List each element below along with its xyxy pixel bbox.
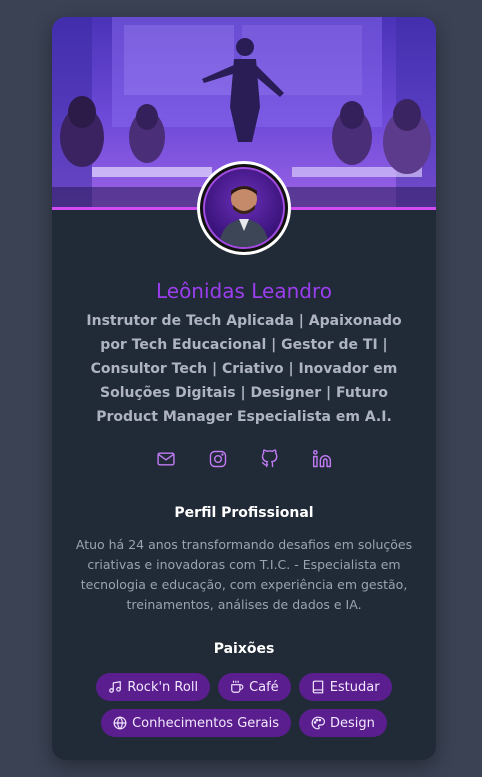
avatar-photo (203, 167, 285, 249)
coffee-icon (231, 680, 244, 693)
github-icon[interactable] (260, 449, 280, 469)
passions-title: Paixões (213, 641, 275, 657)
passions-tags: Rock'n Roll Café Estudar Conhecimentos G… (68, 673, 420, 737)
tag-label: Estudar (329, 679, 380, 695)
social-links (52, 449, 436, 469)
tag-label: Conhecimentos Gerais (132, 715, 279, 731)
tag-label: Design (330, 715, 375, 731)
profile-name: Leônidas Leandro (155, 279, 333, 303)
globe-icon (113, 716, 127, 730)
professional-profile-title: Perfil Profissional (174, 505, 314, 521)
music-icon (109, 681, 122, 693)
profile-bio: Instrutor de Tech Aplicada | Apaixonado … (86, 313, 402, 425)
tag-design[interactable]: Design (299, 709, 387, 737)
tag-label: Café (249, 679, 279, 695)
tag-conhecimentos-gerais[interactable]: Conhecimentos Gerais (101, 709, 291, 737)
avatar (197, 161, 291, 255)
tag-rock-n-roll[interactable]: Rock'n Roll (96, 673, 211, 701)
book-icon (312, 680, 323, 694)
tag-label: Rock'n Roll (127, 679, 199, 695)
palette-icon (311, 716, 325, 730)
linkedin-icon[interactable] (312, 449, 332, 469)
instagram-icon[interactable] (208, 449, 228, 469)
profile-card: Leônidas Leandro Instrutor de Tech Aplic… (52, 17, 436, 760)
professional-profile-text: Atuo há 24 anos transformando desafios e… (75, 537, 413, 612)
tag-cafe[interactable]: Café (218, 673, 291, 701)
tag-estudar[interactable]: Estudar (298, 673, 392, 701)
mail-icon[interactable] (156, 449, 176, 469)
